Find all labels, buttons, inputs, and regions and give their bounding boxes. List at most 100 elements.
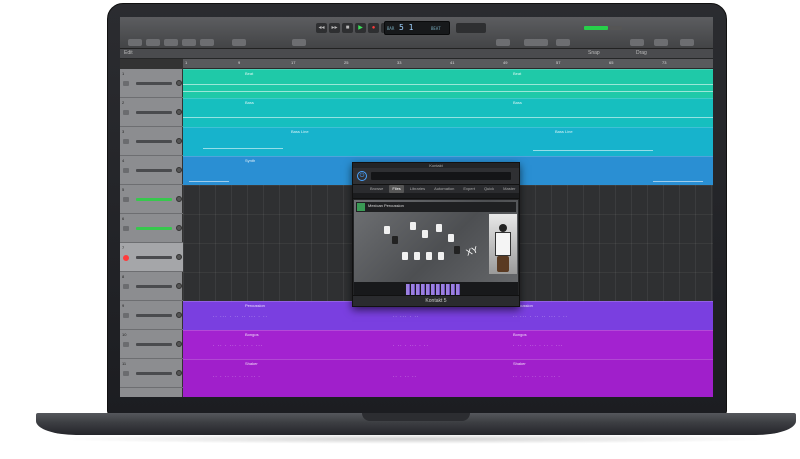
piano-key[interactable] [456, 284, 460, 295]
volume-fader[interactable] [136, 82, 172, 85]
rewind-button[interactable]: ◂◂ [316, 23, 327, 33]
pan-knob[interactable] [176, 254, 182, 260]
snap-menu[interactable]: Snap [588, 50, 600, 56]
tab-libraries[interactable]: Libraries [407, 185, 428, 193]
record-enable-button[interactable] [123, 255, 129, 261]
pan-knob[interactable] [176, 312, 182, 318]
region-track-1[interactable]: Beat Beat [183, 69, 713, 98]
pan-knob[interactable] [176, 80, 182, 86]
inspector-button[interactable] [146, 39, 160, 46]
library-button[interactable] [128, 39, 142, 46]
pan-knob[interactable] [176, 167, 182, 173]
mute-button[interactable] [123, 168, 129, 173]
browser-button[interactable] [654, 39, 668, 46]
volume-fader[interactable] [136, 169, 172, 172]
volume-fader[interactable] [136, 314, 172, 317]
drum-pad[interactable] [426, 252, 432, 260]
pan-knob[interactable] [176, 370, 182, 376]
tab-quick[interactable]: Quick [481, 185, 497, 193]
piano-key[interactable] [426, 284, 430, 295]
loop-browser-button[interactable] [630, 39, 644, 46]
track-header[interactable]: 8 [120, 272, 183, 301]
region-track-2[interactable]: Bass Bass [183, 98, 713, 127]
drum-pad[interactable] [384, 226, 390, 234]
volume-fader[interactable] [136, 227, 172, 230]
note-pad-button[interactable] [556, 39, 570, 46]
apple-loops-button[interactable] [680, 39, 694, 46]
mute-button[interactable] [123, 110, 129, 115]
pan-knob[interactable] [176, 225, 182, 231]
pan-knob[interactable] [176, 341, 182, 347]
piano-key[interactable] [406, 284, 410, 295]
piano-key[interactable] [441, 284, 445, 295]
track-header[interactable]: 6 [120, 214, 183, 243]
volume-fader[interactable] [136, 372, 172, 375]
piano-key[interactable] [431, 284, 435, 295]
cycle-button[interactable] [292, 39, 306, 46]
drum-pad[interactable] [422, 230, 428, 238]
pan-knob[interactable] [176, 138, 182, 144]
volume-fader[interactable] [136, 343, 172, 346]
drag-menu[interactable]: Drag [636, 50, 647, 56]
count-in-button[interactable] [496, 39, 510, 46]
mute-button[interactable] [123, 139, 129, 144]
power-icon[interactable]: ⏻ [357, 171, 367, 181]
track-header[interactable]: 3 [120, 127, 183, 156]
drum-pad[interactable] [410, 222, 416, 230]
mute-button[interactable] [123, 313, 129, 318]
track-header[interactable]: 2 [120, 98, 183, 127]
track-header[interactable]: 1 [120, 69, 183, 98]
piano-key[interactable] [411, 284, 415, 295]
drum-pad[interactable] [436, 224, 442, 232]
piano-key[interactable] [416, 284, 420, 295]
track-header[interactable]: 4 [120, 156, 183, 185]
keyboard[interactable] [354, 282, 518, 296]
list-editors-button[interactable] [534, 39, 548, 46]
pan-knob[interactable] [176, 196, 182, 202]
tab-files[interactable]: Files [389, 185, 404, 193]
piano-key[interactable] [451, 284, 455, 295]
mute-button[interactable] [123, 226, 129, 231]
drum-pad[interactable] [438, 252, 444, 260]
region-track-11[interactable]: Shaker Shaker ∙∙ ∙ ∙∙ ∙∙ ∙ ∙∙ ∙∙ ∙ ∙∙ ∙ … [183, 359, 713, 397]
piano-key[interactable] [436, 284, 440, 295]
drum-pad[interactable] [392, 236, 398, 244]
tab-master[interactable]: Master [500, 185, 518, 193]
stop-button[interactable]: ■ [342, 23, 353, 33]
volume-fader[interactable] [136, 198, 172, 201]
volume-fader[interactable] [136, 256, 172, 259]
mixer-button[interactable] [200, 39, 214, 46]
pan-knob[interactable] [176, 283, 182, 289]
mute-button[interactable] [123, 371, 129, 376]
drum-pad[interactable] [454, 246, 460, 254]
timeline-ruler[interactable]: 1 9 17 25 33 41 49 57 65 73 [183, 59, 713, 69]
preset-field[interactable] [371, 172, 511, 180]
tuner-button[interactable] [456, 23, 486, 33]
drum-pad[interactable] [414, 252, 420, 260]
track-header[interactable]: 11 [120, 359, 183, 388]
volume-fader[interactable] [136, 111, 172, 114]
play-button[interactable]: ▶ [355, 23, 366, 33]
region-track-3[interactable]: Bass Line Bass Line [183, 127, 713, 156]
track-header[interactable]: 5 [120, 185, 183, 214]
drum-pad[interactable] [402, 252, 408, 260]
region-track-10[interactable]: Bongos Bongos ∙ ∙∙ ∙ ∙∙∙ ∙ ∙∙ ∙ ∙∙∙ ∙ ∙∙… [183, 330, 713, 359]
drum-pad[interactable] [448, 234, 454, 242]
mute-button[interactable] [123, 284, 129, 289]
mute-button[interactable] [123, 197, 129, 202]
tab-expert[interactable]: Expert [460, 185, 478, 193]
track-header[interactable]: 10 [120, 330, 183, 359]
pan-knob[interactable] [176, 109, 182, 115]
track-header-selected[interactable]: 7 [120, 243, 183, 272]
mute-button[interactable] [123, 342, 129, 347]
volume-fader[interactable] [136, 140, 172, 143]
smart-controls-button[interactable] [182, 39, 196, 46]
editors-button[interactable] [232, 39, 246, 46]
track-header[interactable]: 9 [120, 301, 183, 330]
record-button[interactable]: ● [368, 23, 379, 33]
lcd-display[interactable]: BAR 5 1 BEAT [384, 21, 450, 35]
forward-button[interactable]: ▸▸ [329, 23, 340, 33]
instrument-plugin-window[interactable]: Kontakt ⏻ Browse Files Libraries Automat… [352, 162, 520, 307]
piano-key[interactable] [446, 284, 450, 295]
toolbar-button[interactable] [164, 39, 178, 46]
